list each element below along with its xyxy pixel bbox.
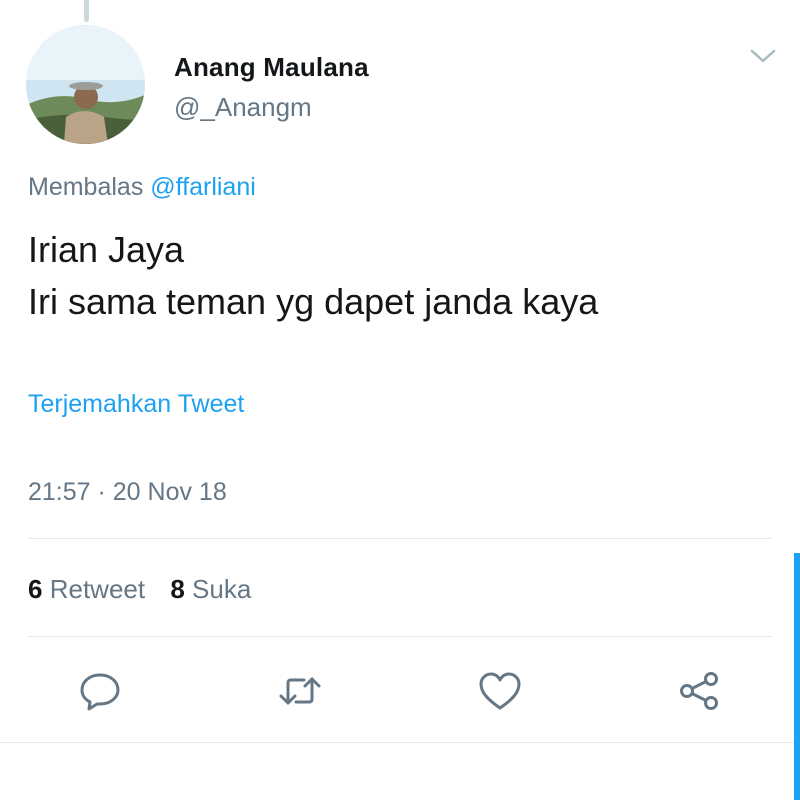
tweet-text: Irian Jaya Iri sama teman yg dapet janda… [28,224,598,328]
reply-context: Membalas @ffarliani [28,173,256,202]
reply-button[interactable] [76,668,124,714]
translate-tweet-link[interactable]: Terjemahkan Tweet [28,390,244,419]
retweet-label: Retweet [49,574,146,604]
avatar[interactable] [26,25,145,144]
share-icon [680,672,718,710]
divider [28,636,772,637]
divider [0,742,800,743]
retweet-stat[interactable]: 6 Retweet [28,574,145,604]
scroll-indicator [794,553,800,800]
retweet-button[interactable] [276,668,324,714]
avatar-image [26,25,145,144]
like-label: Suka [192,574,252,604]
tweet-timestamp[interactable]: 21:57 · 20 Nov 18 [28,478,227,507]
retweet-icon [279,677,321,705]
reply-mention-link[interactable]: @ffarliani [150,173,256,201]
share-button[interactable] [676,668,724,714]
retweet-count: 6 [28,574,43,604]
chevron-down-icon[interactable] [748,44,778,68]
display-name[interactable]: Anang Maulana [174,52,369,83]
like-stat[interactable]: 8 Suka [170,574,251,604]
thread-connector-line [84,0,89,22]
engagement-stats: 6 Retweet 8 Suka [28,574,269,605]
like-button[interactable] [476,668,524,714]
like-count: 8 [170,574,185,604]
tweet-text-line: Irian Jaya [28,229,185,270]
reply-icon [80,673,120,711]
user-handle[interactable]: @_Anangm [174,92,312,123]
reply-prefix: Membalas [28,173,144,201]
heart-icon [479,672,521,710]
divider [28,538,772,539]
tweet-text-line: Iri sama teman yg dapet janda kaya [28,281,599,322]
